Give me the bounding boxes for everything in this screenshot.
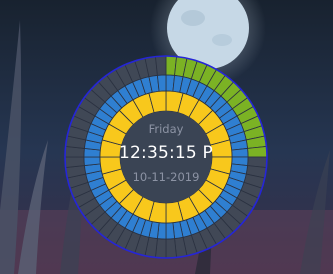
middle-ring-segment xyxy=(165,222,176,240)
date-label: 10-11-2019 xyxy=(132,170,200,184)
outer-ring-segment xyxy=(155,55,167,76)
middle-ring-segment xyxy=(156,74,167,92)
outer-ring-segment xyxy=(64,156,85,168)
time-label: 12:35:15 P xyxy=(118,143,214,163)
middle-ring-segment xyxy=(83,156,101,167)
outer-ring-segment xyxy=(247,146,268,158)
clock-widget[interactable] xyxy=(0,0,333,274)
middle-ring-segment xyxy=(231,147,249,158)
day-label: Friday xyxy=(148,122,184,136)
outer-ring-segment xyxy=(165,238,177,259)
